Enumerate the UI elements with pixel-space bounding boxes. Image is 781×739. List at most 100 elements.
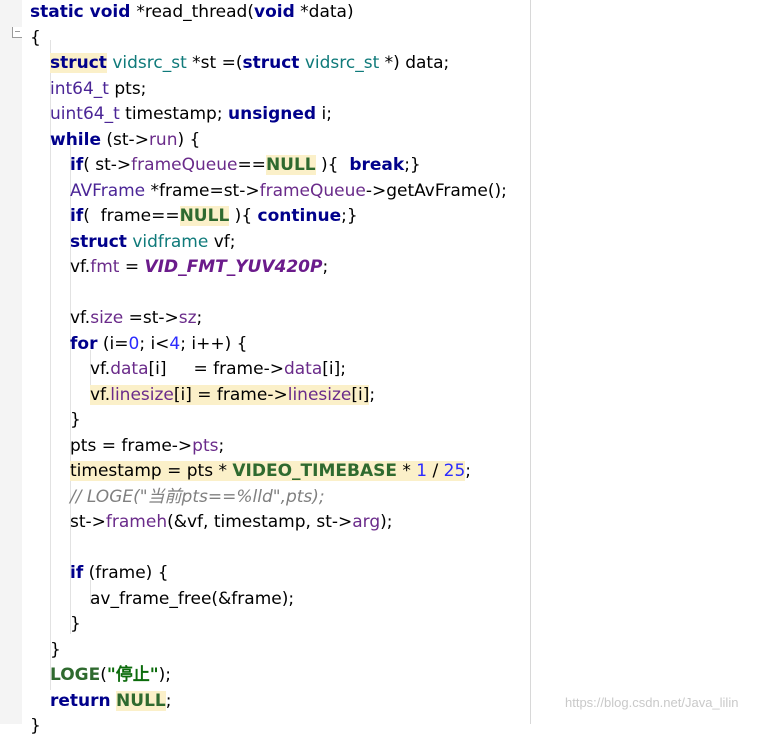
code-token: *frame=st-> bbox=[145, 180, 260, 201]
code-token: *read_thread( bbox=[136, 2, 254, 22]
code-token: for bbox=[70, 333, 98, 354]
code-line[interactable]: struct vidframe vf; bbox=[70, 230, 236, 255]
code-token: sz bbox=[178, 308, 197, 328]
code-line[interactable]: vf.linesize[i] = frame->linesize[i]; bbox=[90, 383, 375, 408]
code-token: data bbox=[283, 359, 323, 379]
code-token: 0 bbox=[128, 333, 140, 354]
code-token: NULL bbox=[265, 155, 316, 175]
code-line[interactable]: av_frame_free(&frame); bbox=[90, 587, 294, 612]
code-token: int64_t bbox=[50, 78, 109, 99]
code-token: ; bbox=[218, 435, 225, 456]
code-line[interactable]: } bbox=[70, 612, 81, 637]
code-line[interactable]: if (frame) { bbox=[70, 561, 169, 586]
code-token: ->getAvFrame(); bbox=[365, 180, 507, 201]
code-line[interactable]: int64_t pts; bbox=[50, 77, 146, 102]
code-token: ) { bbox=[177, 129, 201, 150]
code-token: [i] bbox=[351, 384, 370, 405]
code-token: timestamp = pts * bbox=[70, 461, 233, 481]
right-panel bbox=[531, 0, 781, 724]
code-line[interactable]: while (st->run) { bbox=[50, 128, 200, 153]
editor-gutter bbox=[0, 0, 23, 724]
code-token: av_frame_free(&frame); bbox=[90, 588, 295, 609]
code-token: *st =( bbox=[186, 53, 243, 73]
code-token: vf. bbox=[70, 308, 91, 328]
code-token: } bbox=[70, 614, 81, 634]
code-token: * bbox=[396, 461, 417, 481]
code-token: void bbox=[253, 2, 295, 22]
code-token: frameQueue bbox=[131, 155, 238, 175]
code-line[interactable]: for (i=0; i<4; i++) { bbox=[70, 332, 247, 357]
code-token: "停止" bbox=[106, 665, 159, 685]
code-token: NULL bbox=[116, 690, 166, 711]
code-token: vf. bbox=[70, 257, 91, 277]
code-token: st-> bbox=[70, 512, 106, 532]
code-token: struct bbox=[50, 53, 107, 73]
code-line[interactable]: static void *read_thread(void *data) bbox=[30, 0, 354, 25]
code-token: (st-> bbox=[101, 129, 149, 150]
code-line[interactable]: AVFrame *frame=st->frameQueue->getAvFram… bbox=[70, 179, 507, 204]
code-token: ;} bbox=[404, 155, 421, 175]
code-token: continue bbox=[257, 206, 342, 226]
watermark: https://blog.csdn.net/Java_lilin bbox=[565, 695, 739, 710]
code-line[interactable]: uint64_t timestamp; unsigned i; bbox=[50, 102, 332, 127]
code-token: } bbox=[30, 716, 41, 736]
code-line[interactable]: struct vidsrc_st *st =(struct vidsrc_st … bbox=[50, 51, 449, 76]
code-line[interactable]: } bbox=[30, 714, 41, 739]
code-line[interactable]: // LOGE("当前pts==%lld",pts); bbox=[70, 485, 325, 510]
code-token: } bbox=[50, 639, 61, 660]
code-token: = bbox=[119, 257, 145, 277]
code-token: == bbox=[237, 155, 266, 175]
code-token: vidsrc_st bbox=[112, 53, 187, 73]
code-line[interactable]: LOGE("停止"); bbox=[50, 663, 171, 688]
code-line[interactable]: pts = frame->pts; bbox=[70, 434, 224, 459]
code-token: ; i< bbox=[139, 333, 170, 354]
code-token: return bbox=[50, 690, 111, 711]
code-token: vf. bbox=[90, 384, 111, 405]
code-token: (i= bbox=[97, 333, 129, 354]
code-token: [i] = frame-> bbox=[148, 359, 284, 379]
code-token: run bbox=[148, 129, 178, 150]
code-token: ( frame== bbox=[83, 206, 180, 226]
code-token: 25 bbox=[443, 461, 466, 481]
code-editor[interactable]: static void *read_thread(void *data){str… bbox=[22, 0, 531, 736]
code-token: static void bbox=[30, 2, 137, 22]
code-token: NULL bbox=[179, 206, 230, 226]
code-token: i; bbox=[316, 104, 332, 124]
code-line[interactable]: { bbox=[30, 26, 41, 51]
code-line[interactable]: return NULL; bbox=[50, 689, 171, 714]
code-token: // LOGE("当前pts==%lld",pts); bbox=[70, 486, 325, 507]
code-line[interactable]: st->frameh(&vf, timestamp, st->arg); bbox=[70, 510, 393, 535]
code-token: struct bbox=[70, 231, 127, 252]
code-token: pts bbox=[192, 435, 219, 456]
code-token: pts; bbox=[108, 78, 147, 99]
code-token: data bbox=[110, 359, 149, 379]
code-token: (frame) { bbox=[83, 563, 169, 583]
code-line[interactable]: } bbox=[70, 408, 81, 433]
code-token: LOGE bbox=[50, 665, 101, 685]
code-token: struct bbox=[242, 53, 300, 73]
code-token: ; bbox=[369, 384, 376, 405]
code-token: if bbox=[70, 155, 84, 175]
code-line[interactable]: if( st->frameQueue==NULL ){ break;} bbox=[70, 153, 421, 178]
code-token: unsigned bbox=[227, 104, 317, 124]
code-token: ){ bbox=[315, 155, 350, 175]
code-token: timestamp; bbox=[119, 104, 228, 124]
code-token: / bbox=[427, 461, 444, 481]
code-token: ( st-> bbox=[83, 155, 132, 175]
code-token: { bbox=[30, 27, 41, 48]
code-token: [i] = frame-> bbox=[173, 384, 288, 405]
code-token: arg bbox=[352, 512, 381, 532]
code-token: ); bbox=[380, 512, 393, 532]
code-token: ;} bbox=[341, 206, 358, 226]
code-token: ; bbox=[322, 257, 329, 277]
code-token: vidframe bbox=[132, 231, 209, 252]
code-line[interactable]: if( frame==NULL ){ continue;} bbox=[70, 204, 358, 229]
code-line[interactable]: vf.data[i] = frame->data[i]; bbox=[90, 357, 346, 382]
code-token: vf. bbox=[90, 359, 111, 379]
code-token: vf; bbox=[208, 231, 236, 252]
code-line[interactable]: vf.size =st->sz; bbox=[70, 306, 202, 331]
code-token: [i]; bbox=[322, 359, 346, 379]
code-line[interactable]: timestamp = pts * VIDEO_TIMEBASE * 1 / 2… bbox=[70, 459, 471, 484]
code-line[interactable]: vf.fmt = VID_FMT_YUV420P; bbox=[70, 255, 328, 280]
code-line[interactable]: } bbox=[50, 638, 61, 663]
